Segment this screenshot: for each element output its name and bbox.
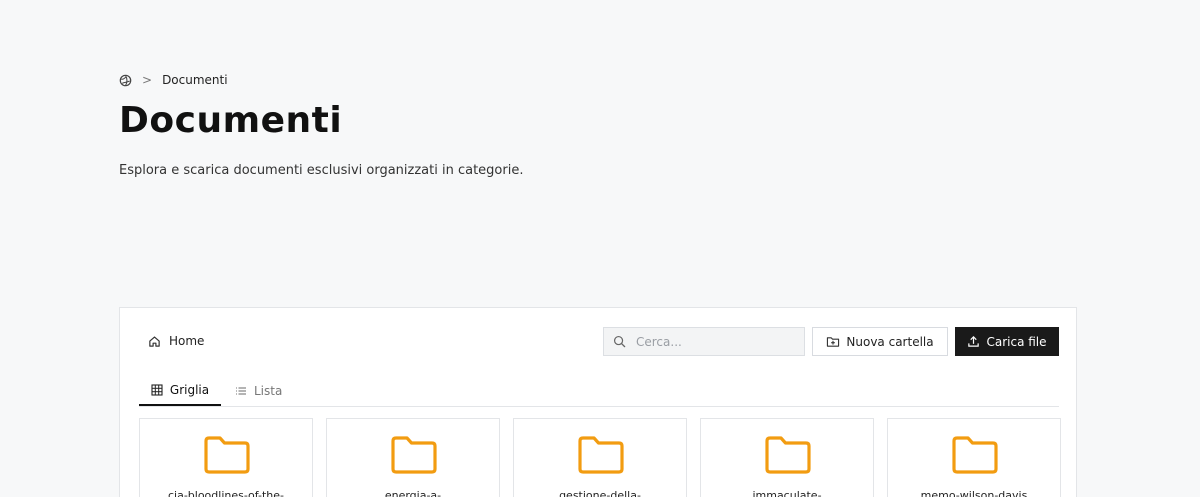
folder-card[interactable]: gestione-della- — [513, 418, 687, 497]
folder-icon — [951, 435, 999, 475]
breadcrumb-current: Documenti — [162, 73, 228, 87]
view-tabs: Griglia Lista — [139, 376, 1059, 407]
folder-card[interactable]: immaculate- — [700, 418, 874, 497]
tab-grid[interactable]: Griglia — [139, 376, 221, 406]
folder-icon — [577, 435, 625, 475]
folder-card[interactable]: cia-bloodlines-of-the- — [139, 418, 313, 497]
breadcrumb: > Documenti — [119, 73, 228, 87]
folder-name: energia-a- — [384, 489, 442, 497]
explorer-path-label: Home — [169, 334, 205, 348]
grid-icon — [151, 384, 163, 396]
folder-grid: cia-bloodlines-of-the- energia-a- gestio… — [139, 418, 1061, 497]
upload-file-label: Carica file — [986, 334, 1047, 349]
folder-icon — [764, 435, 812, 475]
tab-list-label: Lista — [254, 383, 283, 398]
breadcrumb-separator: > — [142, 73, 153, 87]
upload-file-button[interactable]: Carica file — [955, 327, 1059, 356]
folder-name: cia-bloodlines-of-the- — [167, 489, 285, 497]
folder-name: gestione-della- — [559, 489, 641, 497]
search-box — [603, 327, 805, 356]
page-subtitle: Esplora e scarica documenti esclusivi or… — [119, 163, 524, 178]
search-input[interactable] — [634, 333, 798, 350]
new-folder-label: Nuova cartella — [846, 334, 934, 349]
tab-grid-label: Griglia — [169, 383, 210, 397]
page-title: Documenti — [119, 100, 343, 141]
folder-name: memo-wilson-davis — [920, 489, 1028, 497]
folder-icon — [390, 435, 438, 475]
upload-icon — [967, 335, 980, 348]
globe-icon[interactable] — [119, 74, 132, 87]
explorer-path-home[interactable]: Home — [148, 334, 204, 348]
search-icon — [613, 335, 626, 348]
folder-card[interactable]: memo-wilson-davis — [887, 418, 1061, 497]
tab-list[interactable]: Lista — [235, 376, 282, 405]
folder-icon — [203, 435, 251, 475]
folder-plus-icon — [826, 335, 840, 348]
file-explorer-panel: Home Nuova cartella — [119, 307, 1077, 497]
documents-page: > Documenti Documenti Esplora e scarica … — [0, 0, 1200, 497]
list-icon — [235, 385, 247, 397]
folder-name: immaculate- — [752, 489, 822, 497]
home-icon — [148, 335, 161, 348]
folder-card[interactable]: energia-a- — [326, 418, 500, 497]
new-folder-button[interactable]: Nuova cartella — [812, 327, 948, 356]
